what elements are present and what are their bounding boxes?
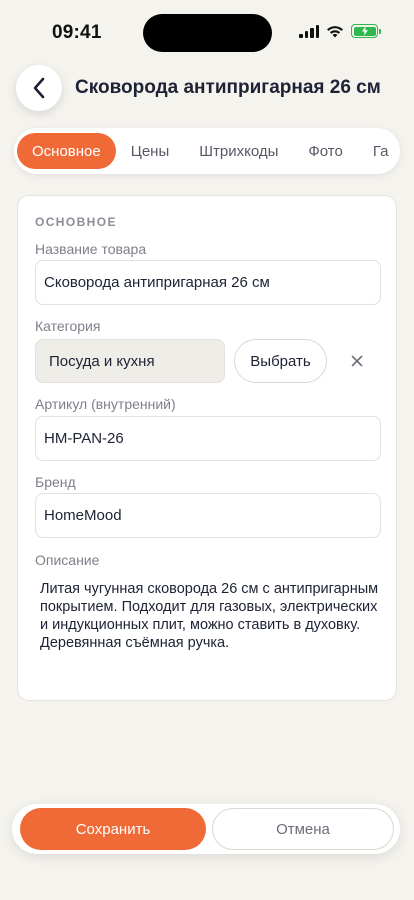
- status-bar: 09:41: [0, 0, 414, 60]
- main-info-card: ОСНОВНОЕ Название товара Сковорода антип…: [17, 195, 397, 701]
- clear-category-button[interactable]: [345, 349, 369, 373]
- status-icons: [299, 24, 381, 38]
- save-button[interactable]: Сохранить: [20, 808, 206, 850]
- product-edit-screen: 09:41 Сковорода антипригарная 26 см Осно…: [0, 0, 414, 900]
- tab-barcodes[interactable]: Штрихкоды: [184, 133, 293, 169]
- status-time: 09:41: [52, 22, 102, 43]
- category-field[interactable]: Посуда и кухня: [35, 339, 225, 383]
- tab-prices[interactable]: Цены: [116, 133, 185, 169]
- chevron-left-icon: [33, 77, 45, 99]
- choose-category-button[interactable]: Выбрать: [234, 339, 327, 383]
- name-label: Название товара: [35, 241, 147, 257]
- wifi-icon: [327, 25, 343, 37]
- cellular-signal-icon: [299, 24, 319, 38]
- brand-label: Бренд: [35, 474, 76, 490]
- battery-icon: [351, 24, 381, 38]
- sku-label: Артикул (внутренний): [35, 396, 176, 412]
- page-title: Сковорода антипригарная 26 см: [75, 77, 381, 98]
- category-label: Категория: [35, 318, 101, 334]
- sku-input[interactable]: HM-PAN-26: [35, 416, 381, 461]
- tab-main[interactable]: Основное: [17, 133, 116, 169]
- brand-input[interactable]: HomeMood: [35, 493, 381, 538]
- tab-more[interactable]: Га: [358, 133, 400, 169]
- close-icon: [351, 355, 363, 367]
- category-row: Посуда и кухня Выбрать: [35, 339, 381, 383]
- name-input[interactable]: Сковорода антипригарная 26 см: [35, 260, 381, 305]
- cancel-button[interactable]: Отмена: [212, 808, 394, 850]
- description-textarea[interactable]: Литая чугунная сковорода 26 см с антипри…: [40, 580, 380, 652]
- bottom-action-bar: Сохранить Отмена: [12, 804, 400, 854]
- page-header: Сковорода антипригарная 26 см: [16, 63, 398, 113]
- dynamic-island: [143, 14, 272, 52]
- tab-photo[interactable]: Фото: [293, 133, 357, 169]
- tab-bar: Основное Цены Штрихкоды Фото Га: [14, 128, 400, 174]
- description-label: Описание: [35, 552, 100, 568]
- section-title: ОСНОВНОЕ: [35, 215, 117, 229]
- back-button[interactable]: [16, 65, 62, 111]
